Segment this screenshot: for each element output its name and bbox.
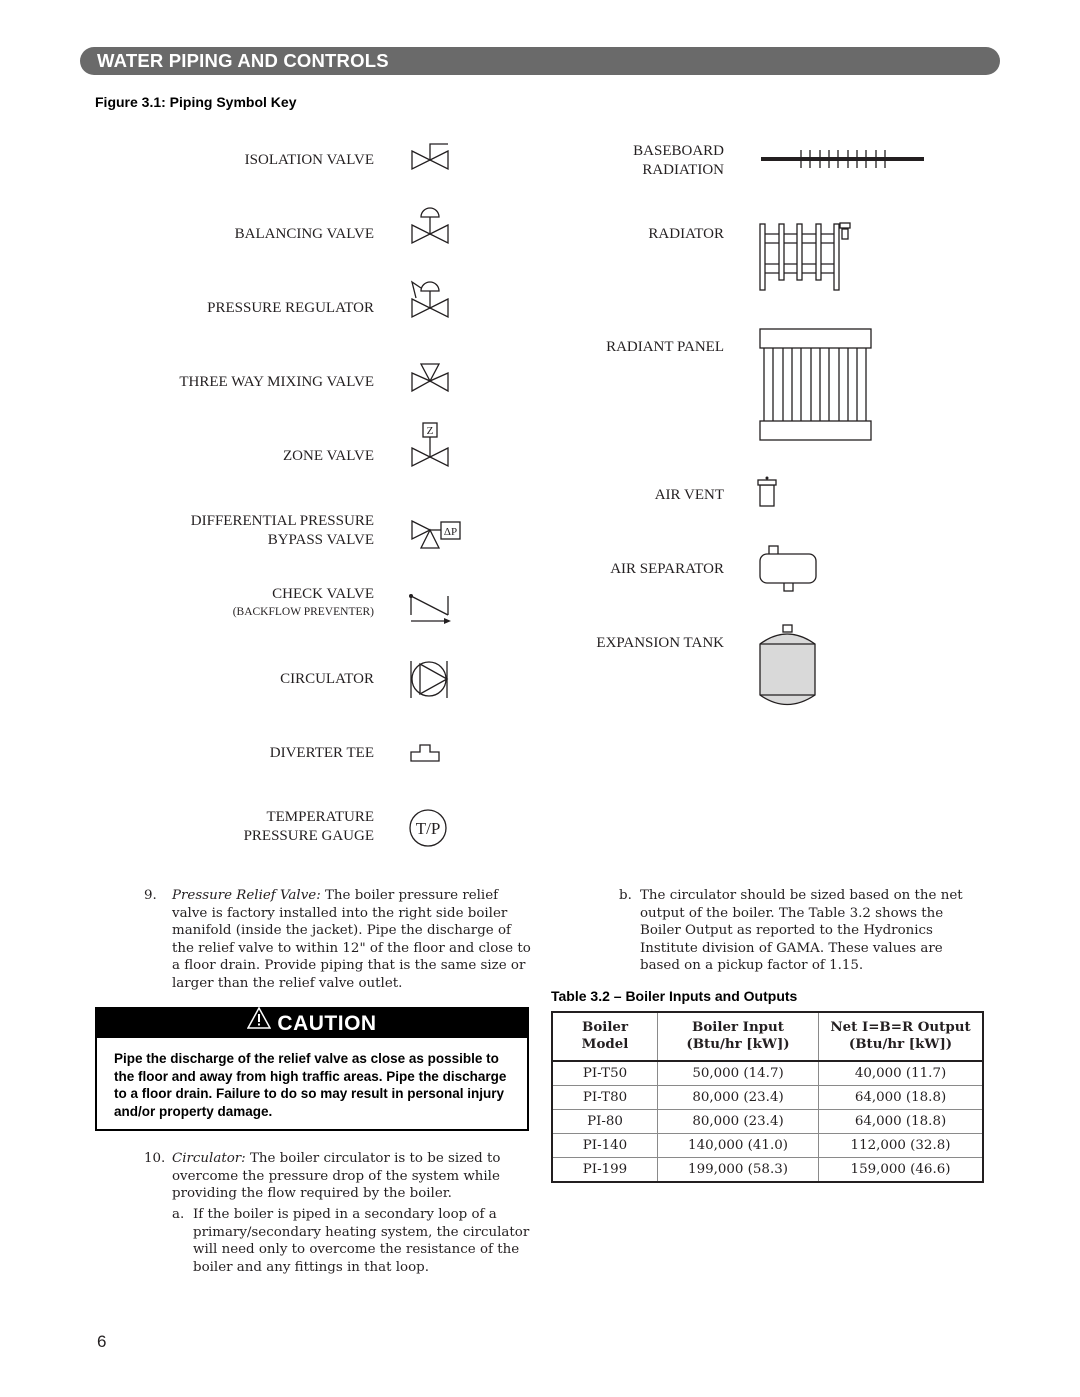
figure-title: Figure 3.1: Piping Symbol Key [95,94,297,110]
header-boiler-model: Boiler Model [552,1012,658,1062]
circulator-icon [410,660,450,700]
differential-pressure-bypass-valve-icon: ΔP [411,519,463,552]
table-row: PI-140 140,000 (41.0) 112,000 (32.8) [552,1133,983,1158]
symbol-label-radiant-panel: RADIANT PANEL [606,339,724,355]
symbol-label-pressure-regulator: PRESSURE REGULATOR [207,300,374,316]
baseboard-radiation-icon [760,149,926,171]
symbol-label-temperature-pressure-gauge: TEMPERATURE PRESSURE GAUGE [244,808,374,846]
page-number: 6 [97,1332,107,1351]
warning-triangle-icon [247,1006,272,1037]
item-lead: Circulator: [172,1151,246,1166]
cell-input: 80,000 (23.4) [657,1085,819,1110]
cell-model: PI-80 [552,1109,658,1134]
radiant-panel-icon [759,328,873,442]
cell-model: PI-140 [552,1133,658,1158]
radiator-icon [759,221,853,293]
symbol-label-three-way-mixing-valve: THREE WAY MIXING VALVE [179,374,374,390]
dp-badge: ΔP [444,526,457,538]
cell-model: PI-199 [552,1157,658,1182]
item-number: 9. [144,888,157,903]
cell-model: PI-T80 [552,1085,658,1110]
symbol-label-baseboard-radiation: BASEBOARD RADIATION [633,142,724,180]
air-separator-icon [759,545,819,595]
label-line-1: TEMPERATURE [266,809,374,825]
table-row: PI-80 80,000 (23.4) 64,000 (18.8) [552,1109,983,1134]
symbol-label-air-vent: AIR VENT [654,487,724,503]
table-title: Table 3.2 – Boiler Inputs and Outputs [551,988,798,1004]
cell-output: 40,000 (11.7) [818,1061,983,1086]
item-lead: Pressure Relief Valve: [172,888,321,903]
sub-letter: b. [619,888,632,903]
label-line-2: BYPASS VALVE [267,532,374,548]
symbol-label-balancing-valve: BALANCING VALVE [234,226,374,242]
cell-input: 199,000 (58.3) [657,1157,819,1182]
cell-output: 112,000 (32.8) [818,1133,983,1158]
symbol-label-check-valve: CHECK VALVE (BACKFLOW PREVENTER) [233,585,374,620]
temperature-pressure-gauge-icon: T/P [409,809,449,849]
item-text: The boiler pressure relief valve is fact… [172,888,531,991]
zone-valve-badge: Z [427,425,434,437]
caution-box: CAUTION Pipe the discharge of the relief… [95,1006,529,1131]
zone-valve-icon: Z [411,422,451,470]
sub-text: The circulator should be sized based on … [640,888,963,974]
cell-input: 140,000 (41.0) [657,1133,819,1158]
symbol-label-expansion-tank: EXPANSION TANK [596,635,724,651]
cell-output: 159,000 (46.6) [818,1157,983,1182]
check-valve-icon [409,593,452,625]
tp-badge: T/P [416,819,441,838]
item-9-pressure-relief-valve: 9. Pressure Relief Valve: The boiler pre… [144,887,534,993]
symbol-label-circulator: CIRCULATOR [280,671,374,687]
header-boiler-input: Boiler Input (Btu/hr [kW]) [657,1012,819,1062]
label-sub: (BACKFLOW PREVENTER) [232,606,374,618]
item-10-circulator: 10. Circulator: The boiler circulator is… [144,1150,534,1203]
cell-output: 64,000 (18.8) [818,1085,983,1110]
table-row: PI-T80 80,000 (23.4) 64,000 (18.8) [552,1085,983,1110]
air-vent-icon [757,475,779,509]
label-line-1: BASEBOARD [633,143,724,159]
expansion-tank-icon [759,624,819,708]
table-header-row: Boiler Model Boiler Input (Btu/hr [kW]) Ne… [552,1012,983,1062]
symbol-label-diverter-tee: DIVERTER TEE [269,745,374,761]
three-way-mixing-valve-icon [411,363,451,395]
caution-text: Pipe the discharge of the relief valve a… [114,1051,507,1119]
boiler-table: Boiler Model Boiler Input (Btu/hr [kW]) Ne… [551,1011,984,1183]
cell-input: 80,000 (23.4) [657,1109,819,1134]
header-net-output: Net I=B=R Output (Btu/hr [kW]) [818,1012,983,1062]
diverter-tee-icon [410,744,442,764]
caution-heading: CAUTION [277,1012,377,1035]
sub-text: If the boiler is piped in a secondary lo… [193,1207,530,1275]
table-row: PI-199 199,000 (58.3) 159,000 (46.6) [552,1157,983,1182]
item-number: 10. [144,1151,166,1166]
caution-header: CAUTION [97,1006,527,1038]
label-line-1: DIFFERENTIAL PRESSURE [190,513,374,529]
symbol-label-radiator: RADIATOR [648,226,724,242]
symbol-label-differential-pressure-bypass-valve: DIFFERENTIAL PRESSURE BYPASS VALVE [191,512,374,550]
label-line-2: PRESSURE GAUGE [243,828,374,844]
symbol-label-air-separator: AIR SEPARATOR [610,561,724,577]
symbol-label-isolation-valve: ISOLATION VALVE [244,152,374,168]
section-banner: WATER PIPING AND CONTROLS [80,47,1000,75]
label-main: CHECK VALVE [272,586,374,602]
cell-output: 64,000 (18.8) [818,1109,983,1134]
section-title: WATER PIPING AND CONTROLS [97,50,389,71]
label-line-2: RADIATION [642,162,724,178]
pressure-regulator-icon [410,280,451,321]
item-10b: b. The circulator should be sized based … [619,887,971,975]
isolation-valve-icon [411,143,451,173]
symbol-label-zone-valve: ZONE VALVE [283,448,374,464]
balancing-valve-icon [411,207,451,247]
table-row: PI-T50 50,000 (14.7) 40,000 (11.7) [552,1061,983,1086]
cell-input: 50,000 (14.7) [657,1061,819,1086]
item-10a: a. If the boiler is piped in a secondary… [172,1206,534,1276]
sub-letter: a. [172,1207,185,1222]
cell-model: PI-T50 [582,1066,628,1081]
